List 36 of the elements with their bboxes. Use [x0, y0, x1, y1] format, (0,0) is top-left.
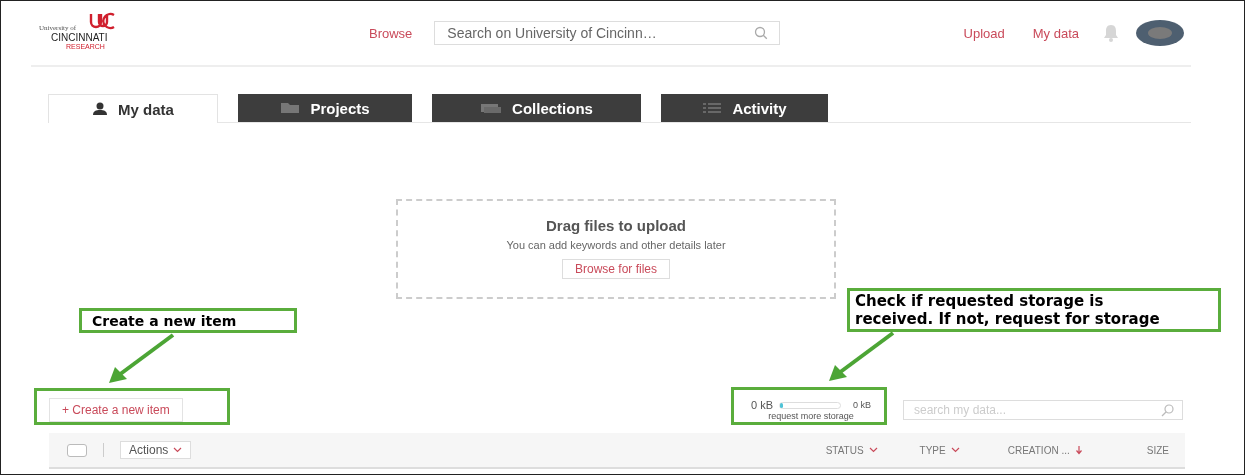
annotation-callout: Create a new item [79, 308, 297, 333]
column-header[interactable]: SIZE [1146, 444, 1169, 456]
browse-files-button[interactable]: Browse for files [562, 259, 670, 279]
sort-down-icon [1074, 445, 1083, 455]
chevron-icon [868, 447, 878, 453]
tab[interactable]: My data [48, 94, 218, 123]
dropzone-hint: You can add keywords and other details later [506, 239, 726, 251]
column-header[interactable]: CREATION ... [1007, 444, 1083, 456]
select-all-checkbox[interactable] [67, 443, 87, 457]
folder-icon [280, 102, 301, 114]
nav-link[interactable]: My data [1032, 25, 1079, 41]
tab[interactable]: Activity [661, 94, 828, 122]
create-item-button[interactable]: + Create a new item [49, 398, 183, 422]
chevron-icon [950, 447, 960, 453]
logo-text: CINCINNATI [51, 32, 108, 43]
chevron-icon [173, 447, 183, 453]
storage-total: 0 kB [853, 400, 871, 410]
stack-icon [480, 102, 503, 114]
tab[interactable]: Projects [238, 94, 412, 122]
annotation-callout: Check if requested storage is received. If not, request for storage [847, 288, 1221, 332]
request-storage-link[interactable]: request more storage [768, 411, 854, 421]
uc-logo-icon [87, 12, 117, 30]
browse-link[interactable]: Browse [369, 25, 413, 41]
column-header[interactable]: TYPE [919, 444, 960, 456]
person-icon [92, 102, 109, 116]
actions-dropdown[interactable]: Actions [120, 441, 192, 459]
column-header[interactable]: STATUS [825, 444, 878, 456]
nav-link[interactable]: Upload [963, 25, 1005, 41]
search-field[interactable]: Search on University of Cincinn… [434, 21, 781, 45]
storage-used: 0 kB [750, 399, 773, 411]
bell-icon[interactable] [1101, 24, 1121, 42]
dropzone-title: Drag files to upload [546, 217, 686, 234]
upload-dropzone[interactable]: Drag files to upload You can add keywords and other details later Browse for files [396, 199, 836, 299]
list-icon [702, 102, 723, 114]
avatar-icon[interactable] [1135, 19, 1185, 47]
tab[interactable]: Collections [432, 94, 641, 122]
